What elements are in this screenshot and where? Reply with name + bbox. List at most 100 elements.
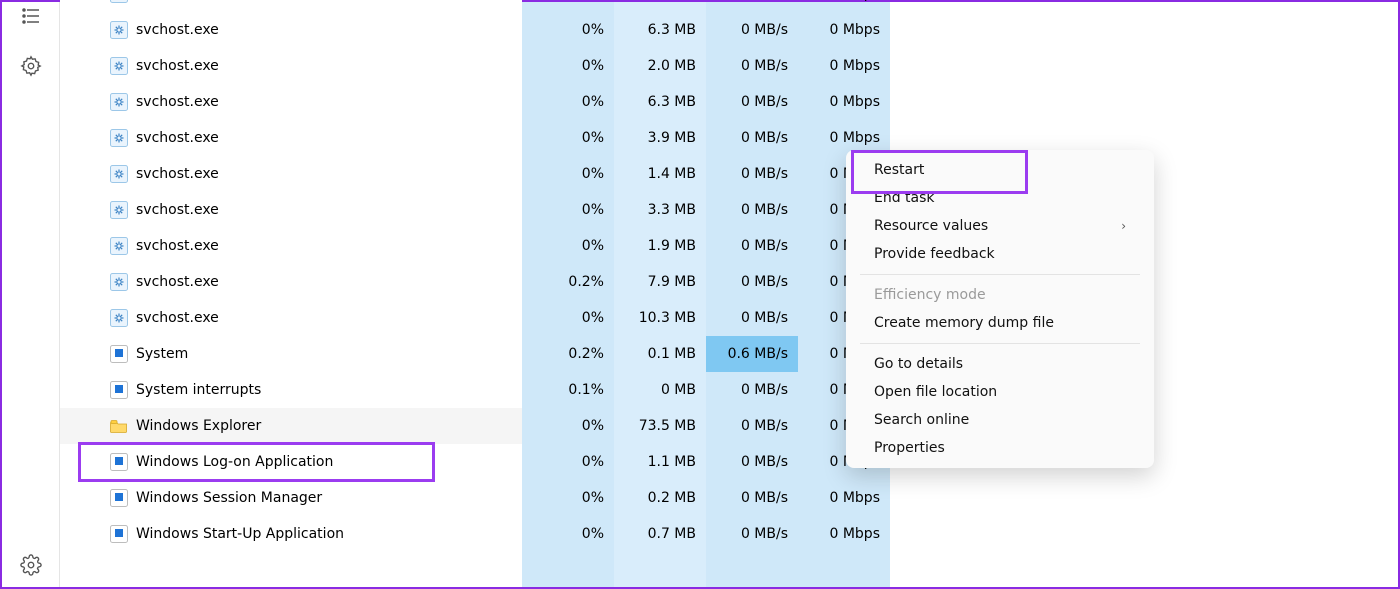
memory-cell: 1.4 MB xyxy=(614,0,706,12)
network-cell: 0 Mbps xyxy=(798,480,890,516)
cpu-cell: 0% xyxy=(522,408,614,444)
process-name-label: svchost.exe xyxy=(136,202,219,218)
process-name-cell[interactable]: svchost.exe xyxy=(60,192,522,228)
process-name-cell[interactable]: Windows Explorer xyxy=(60,408,522,444)
table-row[interactable]: System interrupts0.1%0 MB0 MB/s0 Mbps xyxy=(60,372,1398,408)
table-row[interactable]: svchost.exe0%6.3 MB0 MB/s0 Mbps xyxy=(60,12,1398,48)
disk-cell: 0 MB/s xyxy=(706,408,798,444)
memory-cell: 1.1 MB xyxy=(614,444,706,480)
disk-cell: 0 MB/s xyxy=(706,516,798,552)
disk-cell: 0 MB/s xyxy=(706,444,798,480)
menu-item-efficiency-mode: Efficiency mode xyxy=(846,281,1154,309)
service-gear-icon xyxy=(110,57,128,75)
menu-item-properties[interactable]: Properties xyxy=(846,434,1154,462)
process-name-cell[interactable]: svchost.exe xyxy=(60,264,522,300)
nav-gear-icon[interactable] xyxy=(19,54,43,78)
menu-separator xyxy=(860,274,1140,275)
nav-list-icon[interactable] xyxy=(19,4,43,28)
chevron-right-icon: › xyxy=(1121,219,1126,233)
menu-item-create-dump[interactable]: Create memory dump file xyxy=(846,309,1154,337)
process-name-cell[interactable]: svchost.exe xyxy=(60,120,522,156)
menu-item-provide-feedback[interactable]: Provide feedback xyxy=(846,240,1154,268)
cpu-cell: 0% xyxy=(522,228,614,264)
process-name-cell[interactable]: Windows Session Manager xyxy=(60,480,522,516)
service-gear-icon xyxy=(110,237,128,255)
menu-item-resource-values[interactable]: Resource values› xyxy=(846,212,1154,240)
memory-cell: 0.2 MB xyxy=(614,480,706,516)
table-row[interactable]: System0.2%0.1 MB0.6 MB/s0 Mbps xyxy=(60,336,1398,372)
left-rail xyxy=(2,2,60,587)
memory-cell: 3.9 MB xyxy=(614,120,706,156)
disk-cell: 0.6 MB/s xyxy=(706,336,798,372)
process-name-cell[interactable]: svchost.exe xyxy=(60,228,522,264)
network-cell: 0 Mbps xyxy=(798,12,890,48)
process-name-cell[interactable]: svchost.exe xyxy=(60,12,522,48)
memory-cell: 0.1 MB xyxy=(614,336,706,372)
cpu-cell: 0% xyxy=(522,192,614,228)
process-name-label: svchost.exe xyxy=(136,310,219,326)
process-name-cell[interactable]: Windows Log-on Application xyxy=(60,444,522,480)
process-name-label: svchost.exe xyxy=(136,238,219,254)
table-row[interactable]: Windows Start-Up Application0%0.7 MB0 MB… xyxy=(60,516,1398,552)
service-gear-icon xyxy=(110,201,128,219)
system-icon xyxy=(110,525,128,543)
process-name-cell[interactable]: svchost.exe xyxy=(60,48,522,84)
table-row[interactable]: svchost.exe0%3.9 MB0 MB/s0 Mbps xyxy=(60,120,1398,156)
process-name-cell[interactable]: svchost.exe xyxy=(60,300,522,336)
process-name-cell[interactable]: svchost.exe xyxy=(60,156,522,192)
context-menu: Restart End task Resource values› Provide f… xyxy=(846,150,1154,468)
table-row[interactable]: svchost.exe0%10.3 MB0 MB/s0 Mbps xyxy=(60,300,1398,336)
menu-item-open-file-location[interactable]: Open file location xyxy=(846,378,1154,406)
menu-item-end-task[interactable]: End task xyxy=(846,184,1154,212)
menu-item-label: Go to details xyxy=(874,356,963,372)
cpu-cell: 0% xyxy=(522,48,614,84)
cpu-cell: 0% xyxy=(522,0,614,12)
menu-item-label: Open file location xyxy=(874,384,997,400)
menu-item-label: Create memory dump file xyxy=(874,315,1054,331)
table-row[interactable]: svchost.exe0%1.4 MB0 MB/s0 Mbps xyxy=(60,156,1398,192)
menu-item-label: Properties xyxy=(874,440,945,456)
table-row[interactable]: svchost.exe0%6.3 MB0 MB/s0 Mbps xyxy=(60,84,1398,120)
menu-item-label: Efficiency mode xyxy=(874,287,986,303)
service-gear-icon xyxy=(110,273,128,291)
process-name-cell[interactable]: System interrupts xyxy=(60,372,522,408)
disk-cell: 0 MB/s xyxy=(706,156,798,192)
process-name-label: svchost.exe xyxy=(136,22,219,38)
table-row[interactable]: svchost.exe0.2%7.9 MB0 MB/s0 Mbps xyxy=(60,264,1398,300)
memory-cell: 7.9 MB xyxy=(614,264,706,300)
table-row[interactable]: svchost.exe0%1.4 MB0 MB/s0 Mbps xyxy=(60,0,1398,12)
process-name-label: System interrupts xyxy=(136,382,261,398)
table-row[interactable]: Windows Session Manager0%0.2 MB0 MB/s0 M… xyxy=(60,480,1398,516)
table-row[interactable]: Windows Log-on Application0%1.1 MB0 MB/s… xyxy=(60,444,1398,480)
table-row[interactable]: svchost.exe0%1.9 MB0 MB/s0 Mbps xyxy=(60,228,1398,264)
menu-item-restart[interactable]: Restart xyxy=(846,156,1154,184)
process-name-cell[interactable]: Windows Start-Up Application xyxy=(60,516,522,552)
folder-icon xyxy=(110,417,128,435)
process-name-cell[interactable]: System xyxy=(60,336,522,372)
network-cell: 0 Mbps xyxy=(798,0,890,12)
menu-item-label: Provide feedback xyxy=(874,246,995,262)
system-icon xyxy=(110,381,128,399)
table-row[interactable]: svchost.exe0%3.3 MB0 MB/s0 Mbps xyxy=(60,192,1398,228)
cpu-cell: 0% xyxy=(522,300,614,336)
process-name-cell[interactable]: svchost.exe xyxy=(60,0,522,12)
disk-cell: 0 MB/s xyxy=(706,480,798,516)
network-cell: 0 Mbps xyxy=(798,516,890,552)
menu-item-go-to-details[interactable]: Go to details xyxy=(846,350,1154,378)
table-row[interactable]: svchost.exe0%2.0 MB0 MB/s0 Mbps xyxy=(60,48,1398,84)
service-gear-icon xyxy=(110,165,128,183)
menu-item-label: End task xyxy=(874,190,935,206)
disk-cell: 0 MB/s xyxy=(706,228,798,264)
settings-icon[interactable] xyxy=(19,553,43,577)
menu-item-search-online[interactable]: Search online xyxy=(846,406,1154,434)
process-name-cell[interactable]: svchost.exe xyxy=(60,84,522,120)
process-name-label: svchost.exe xyxy=(136,94,219,110)
process-table: svchost.exe0%1.4 MB0 MB/s0 Mbps svchost.… xyxy=(60,2,1398,587)
disk-cell: 0 MB/s xyxy=(706,0,798,12)
service-gear-icon xyxy=(110,309,128,327)
disk-cell: 0 MB/s xyxy=(706,372,798,408)
cpu-cell: 0.1% xyxy=(522,372,614,408)
process-name-label: svchost.exe xyxy=(136,130,219,146)
table-row[interactable]: Windows Explorer0%73.5 MB0 MB/s0 Mbps xyxy=(60,408,1398,444)
memory-cell: 0.7 MB xyxy=(614,516,706,552)
